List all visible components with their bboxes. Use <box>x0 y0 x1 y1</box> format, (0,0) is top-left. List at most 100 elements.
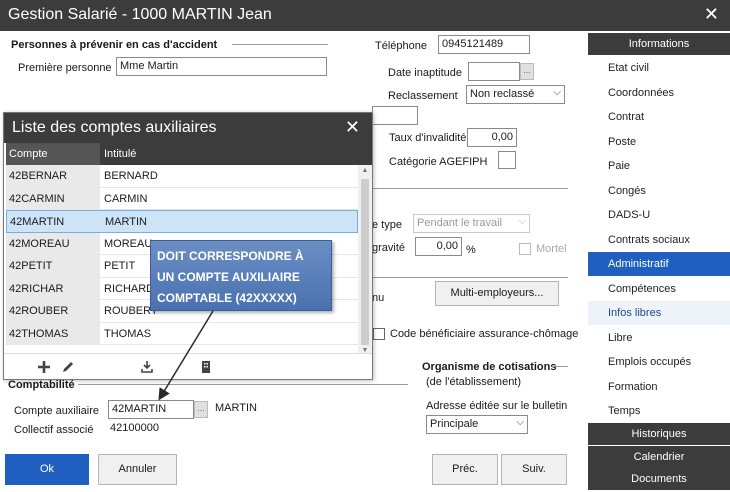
cell-title: MARTIN <box>105 216 147 228</box>
sidebar-subitem[interactable]: Documents <box>588 468 730 490</box>
address-label: Adresse éditée sur le bulletin <box>426 400 568 412</box>
gravity-input[interactable]: 0,00 <box>415 237 462 256</box>
grid-scrollbar[interactable]: ▲ ▼ <box>358 165 372 355</box>
account-name: MARTIN <box>215 402 257 414</box>
multi-label: nu <box>372 292 385 304</box>
sidebar-subitem[interactable]: Historiques <box>588 423 730 445</box>
sidebar-subitem[interactable]: Calendrier <box>588 445 730 468</box>
address-select[interactable]: Principale ⌵ <box>426 415 528 434</box>
sidebar-item[interactable]: Poste <box>588 130 730 154</box>
dialog-titlebar: Liste des comptes auxiliaires ✕ <box>4 113 372 143</box>
organisme-subtitle: (de l'établissement) <box>426 376 522 388</box>
table-row[interactable]: 42THOMAS THOMAS <box>6 322 358 345</box>
close-icon[interactable]: ✕ <box>345 117 360 138</box>
table-row[interactable]: 42BERNAR BERNARD <box>6 165 358 188</box>
cell-account: 42CARMIN <box>6 187 100 209</box>
cell-account: 42THOMAS <box>6 322 100 344</box>
inaptitude-date-input[interactable] <box>468 62 520 81</box>
sidebar-item[interactable]: Temps <box>588 399 730 423</box>
cell-account: 42MOREAU <box>6 232 100 254</box>
account-lookup-button[interactable]: ... <box>194 401 208 418</box>
sidebar-item[interactable]: Etat civil <box>588 56 730 80</box>
cell-account: 42BERNAR <box>6 165 100 187</box>
accident-section-title: Personnes à prévenir en cas d'accident <box>11 39 218 51</box>
cell-account: 42RICHAR <box>6 277 100 299</box>
sidebar-item[interactable]: Congés <box>588 179 730 203</box>
chomage-checkbox[interactable] <box>373 328 385 340</box>
add-icon[interactable] <box>35 358 53 376</box>
phone-input[interactable]: 0945121489 <box>438 35 530 54</box>
accident-type-label: e type <box>372 219 402 231</box>
sidebar-item[interactable]: Contrat <box>588 105 730 129</box>
sidebar-item[interactable]: Infos libres <box>588 301 730 325</box>
partial-input[interactable] <box>372 106 418 125</box>
gravity-unit: % <box>466 244 476 256</box>
dialog-title: Liste des comptes auxiliaires <box>12 119 217 136</box>
export-icon[interactable] <box>138 358 156 376</box>
chevron-down-icon: ⌵ <box>516 417 524 428</box>
section-divider <box>232 44 328 45</box>
comptabilite-title: Comptabilité <box>8 379 75 391</box>
chevron-down-icon: ⌵ <box>518 216 526 227</box>
accident-type-select[interactable]: Pendant le travail ⌵ <box>413 214 530 233</box>
sidebar-item[interactable]: Coordonnées <box>588 81 730 105</box>
agefiph-label: Catégorie AGEFIPH <box>389 156 488 168</box>
cell-account: 42PETIT <box>6 255 100 277</box>
window-title: Gestion Salarié - 1000 MARTIN Jean <box>8 6 272 23</box>
reclassement-label: Reclassement <box>388 90 458 102</box>
callout-line: DOIT CORRESPONDRE À <box>157 249 304 263</box>
first-person-input[interactable]: Mme Martin <box>116 57 327 76</box>
phone-label: Téléphone <box>375 40 427 52</box>
section-divider <box>78 384 408 385</box>
date-picker-button[interactable]: ... <box>520 63 534 80</box>
ok-button[interactable]: Ok <box>5 454 89 485</box>
close-icon[interactable]: ✕ <box>704 4 719 25</box>
sidebar-item[interactable]: Emplois occupés <box>588 350 730 374</box>
table-row[interactable]: 42MARTIN MARTIN <box>6 210 358 233</box>
column-header-account[interactable]: Compte <box>6 143 100 165</box>
account-input[interactable]: 42MARTIN <box>108 400 194 419</box>
sidebar-item[interactable]: Paie <box>588 154 730 178</box>
multi-employers-button[interactable]: Multi-employeurs... <box>435 281 559 306</box>
sidebar-item[interactable]: Compétences <box>588 277 730 301</box>
gravity-label: gravité <box>372 242 406 254</box>
column-header-title[interactable]: Intitulé <box>104 143 136 165</box>
edit-pencil-icon[interactable] <box>59 358 77 376</box>
first-person-label: Première personne <box>18 62 112 74</box>
invalidity-input[interactable]: 0,00 <box>467 128 517 147</box>
scroll-thumb[interactable] <box>361 179 369 345</box>
window-titlebar: Gestion Salarié - 1000 MARTIN Jean ✕ <box>0 0 730 31</box>
building-icon[interactable] <box>197 358 215 376</box>
sidebar-item[interactable]: Administratif <box>588 252 730 276</box>
cell-title: CARMIN <box>104 192 148 205</box>
section-divider <box>552 366 568 367</box>
cell-account: 42MARTIN <box>7 211 101 232</box>
section-divider <box>372 277 568 278</box>
previous-button[interactable]: Préc. <box>432 454 498 485</box>
callout-line: COMPTABLE (42XXXXX) <box>157 291 297 305</box>
callout-line: UN COMPTE AUXILIAIRE <box>157 270 300 284</box>
account-label: Compte auxiliaire <box>14 405 99 417</box>
inaptitude-label: Date inaptitude <box>388 67 462 79</box>
agefiph-input[interactable] <box>498 151 516 169</box>
cell-title: RICHARD <box>104 282 155 295</box>
sidebar-item[interactable]: Libre <box>588 326 730 350</box>
cell-title: PETIT <box>104 260 136 272</box>
dialog-toolbar <box>4 353 372 379</box>
cancel-button[interactable]: Annuler <box>98 454 177 485</box>
table-row[interactable]: 42CARMIN CARMIN <box>6 187 358 210</box>
sidebar-item[interactable]: Formation <box>588 375 730 399</box>
scroll-up-icon[interactable]: ▲ <box>361 167 369 174</box>
sidebar-item[interactable]: Contrats sociaux <box>588 228 730 252</box>
mortel-label: Mortel <box>536 243 567 255</box>
next-button[interactable]: Suiv. <box>501 454 567 485</box>
accident-type-value: Pendant le travail <box>417 217 502 229</box>
chevron-down-icon: ⌵ <box>553 87 561 98</box>
grid-header: Compte Intitulé <box>6 143 372 165</box>
sidebar-item[interactable]: DADS-U <box>588 203 730 227</box>
mortel-checkbox[interactable] <box>519 243 531 255</box>
reclassement-select[interactable]: Non reclassé ⌵ <box>466 85 565 104</box>
section-divider <box>372 188 568 189</box>
address-value: Principale <box>430 418 479 430</box>
collectif-value: 42100000 <box>110 422 159 434</box>
